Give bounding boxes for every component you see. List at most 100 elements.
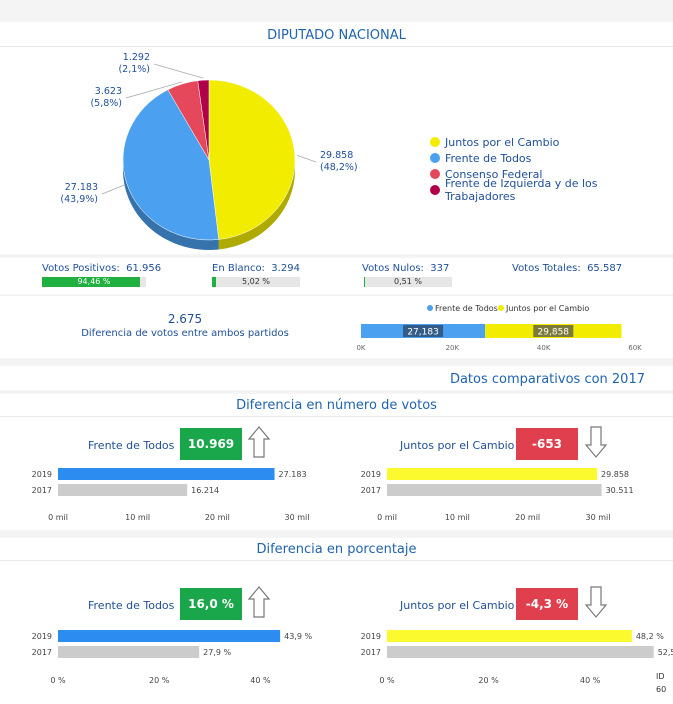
stat-totales-label: Votos Totales: <box>512 263 581 274</box>
pie-leader-line <box>296 154 317 163</box>
legend-label: Frente de Izquierda y de los Trabajadore… <box>445 177 598 203</box>
nulos-bar: 0,51 % <box>364 277 452 287</box>
pie-value-label: 1.292 <box>123 52 150 63</box>
axis-tick-label: 10 mil <box>445 513 470 522</box>
pie-pct-label: (2,1%) <box>118 64 150 75</box>
stats-panel: Votos Positivos: 61.956 94,46 % En Blanc… <box>0 258 673 294</box>
section-panel: Datos comparativos con 2017 <box>0 366 673 390</box>
bar-2017[interactable] <box>387 646 654 658</box>
pie-pct-label: (5,8%) <box>90 98 122 109</box>
bar-category-label: 2019 <box>32 470 52 479</box>
diff-legend-b: Juntos por el Cambio <box>505 304 589 313</box>
axis-tick-label: 40 % <box>580 676 601 685</box>
axis-tick-label: 0 % <box>50 676 66 685</box>
axis-tick-label: 30 mil <box>586 513 611 522</box>
bar-category-label: 2017 <box>32 486 52 495</box>
bar-2019[interactable] <box>387 468 598 480</box>
bar-value-label: 30.511 <box>606 486 634 495</box>
bar-value-label: 27.183 <box>279 470 307 479</box>
section-title: Datos comparativos con 2017 <box>449 372 645 387</box>
diff-tick: 40K <box>537 344 551 352</box>
legend-dot <box>430 153 440 163</box>
pie-value-label: 29.858 <box>320 150 353 161</box>
bar-category-label: 2017 <box>32 648 52 657</box>
stat-positivos: Votos Positivos: 61.956 <box>42 263 161 274</box>
arrow-down-icon <box>584 426 608 458</box>
bar-2017[interactable] <box>58 484 188 496</box>
blanco-bar-text: 5,02 % <box>242 277 270 286</box>
axis-tick-label: 0 % <box>379 676 395 685</box>
legend-dot <box>430 137 440 147</box>
stat-positivos-value: 61.956 <box>126 263 162 274</box>
bar-value-label: 16.214 <box>191 486 219 495</box>
legend-label: Juntos por el Cambio <box>445 135 560 149</box>
bar-category-label: 2019 <box>361 470 381 479</box>
bar-2019[interactable] <box>387 630 632 642</box>
stat-totales: Votos Totales: 65.587 <box>512 263 622 274</box>
diff-tick: 60K <box>628 344 642 352</box>
diff-tick: 20K <box>446 344 460 352</box>
stat-blanco: En Blanco: 3.294 <box>212 263 300 274</box>
axis-tick-label: 20 mil <box>205 513 230 522</box>
stat-nulos: Votos Nulos: 337 <box>362 263 449 274</box>
axis-tick-label: 20 % <box>149 676 170 685</box>
bar-value-label: 48,2 % <box>636 632 664 641</box>
stat-blanco-value: 3.294 <box>271 263 300 274</box>
positivos-bar: 94,46 % <box>42 277 146 287</box>
diff-legend-dot-a <box>427 305 433 311</box>
bar-category-label: 2019 <box>32 632 52 641</box>
positivos-bar-text: 94,46 % <box>77 277 111 286</box>
pie-pct-label: (43,9%) <box>60 194 98 205</box>
bar-2017[interactable] <box>387 484 602 496</box>
stat-totales-value: 65.587 <box>587 263 623 274</box>
stat-blanco-label: En Blanco: <box>212 263 265 274</box>
bar-2019[interactable] <box>58 630 281 642</box>
axis-tick-label: 0 mil <box>48 513 68 522</box>
pie-value-label: 27.183 <box>65 182 98 193</box>
legend-item[interactable]: Frente de Todos <box>430 150 670 166</box>
nulos-bar-text: 0,51 % <box>394 277 422 286</box>
axis-tick-label: 30 mil <box>285 513 310 522</box>
arrow-up-icon <box>247 426 271 458</box>
legend-dot <box>430 185 440 195</box>
bar-2019[interactable] <box>58 468 275 480</box>
pie-slice[interactable] <box>208 79 296 240</box>
diff-legend-dot-b <box>498 305 504 311</box>
diff-bar-b-label: 29,858 <box>538 328 570 338</box>
diff-tick: 0K <box>356 344 365 352</box>
arrow-down-icon <box>584 586 608 618</box>
bar-value-label: 29.858 <box>601 470 629 479</box>
pie-leader-line <box>101 184 126 195</box>
axis-tick-label: 20 % <box>478 676 499 685</box>
stat-positivos-label: Votos Positivos: <box>42 263 120 274</box>
bar-value-label: 27,9 % <box>203 648 231 657</box>
diff-legend-a: Frente de Todos <box>435 304 498 313</box>
votes-charts: 2019 27.183 2017 16.214 0 mil 10 mil 20 mil 30 … <box>32 426 634 522</box>
bar-value-label: 52,5 % <box>658 648 673 657</box>
stat-nulos-value: 337 <box>430 263 450 274</box>
pie-chart: 29.858(48,2%) 27.183(43,9%) 3.623(5,8%) 1.2… <box>60 52 358 250</box>
bar-category-label: 2019 <box>361 632 381 641</box>
bar-category-label: 2017 <box>361 648 381 657</box>
arrow-up-icon <box>247 586 271 618</box>
axis-tick-label: 40 % <box>250 676 271 685</box>
bar-value-label: 43,9 % <box>284 632 312 641</box>
axis-tick-label: 0 mil <box>377 513 397 522</box>
axis-tick-label: 20 mil <box>515 513 540 522</box>
bar-2017[interactable] <box>58 646 200 658</box>
legend-label: Frente de Todos <box>445 151 532 165</box>
pie-legend: Juntos por el Cambio Frente de Todos Conse… <box>430 134 670 203</box>
bar-category-label: 2017 <box>361 486 381 495</box>
axis-tick-label: 10 mil <box>125 513 150 522</box>
pct-charts: 2019 43,9 % 2017 27,9 % 0 % 20 % 40 % 2019 48,2 … <box>32 586 673 685</box>
legend-dot <box>430 169 440 179</box>
blanco-bar: 5,02 % <box>212 277 300 287</box>
pie-leader-line <box>153 63 204 79</box>
legend-item[interactable]: Juntos por el Cambio <box>430 134 670 150</box>
legend-item[interactable]: Frente de Izquierda y de los Trabajadore… <box>430 177 670 203</box>
pie-pct-label: (48,2%) <box>320 162 358 173</box>
stat-nulos-label: Votos Nulos: <box>362 263 424 274</box>
diff-bar-a-label: 27,183 <box>407 328 439 338</box>
diff-stacked-bar: Frente de Todos Juntos por el Cambio 27,18… <box>356 304 642 352</box>
pie-value-label: 3.623 <box>95 86 122 97</box>
